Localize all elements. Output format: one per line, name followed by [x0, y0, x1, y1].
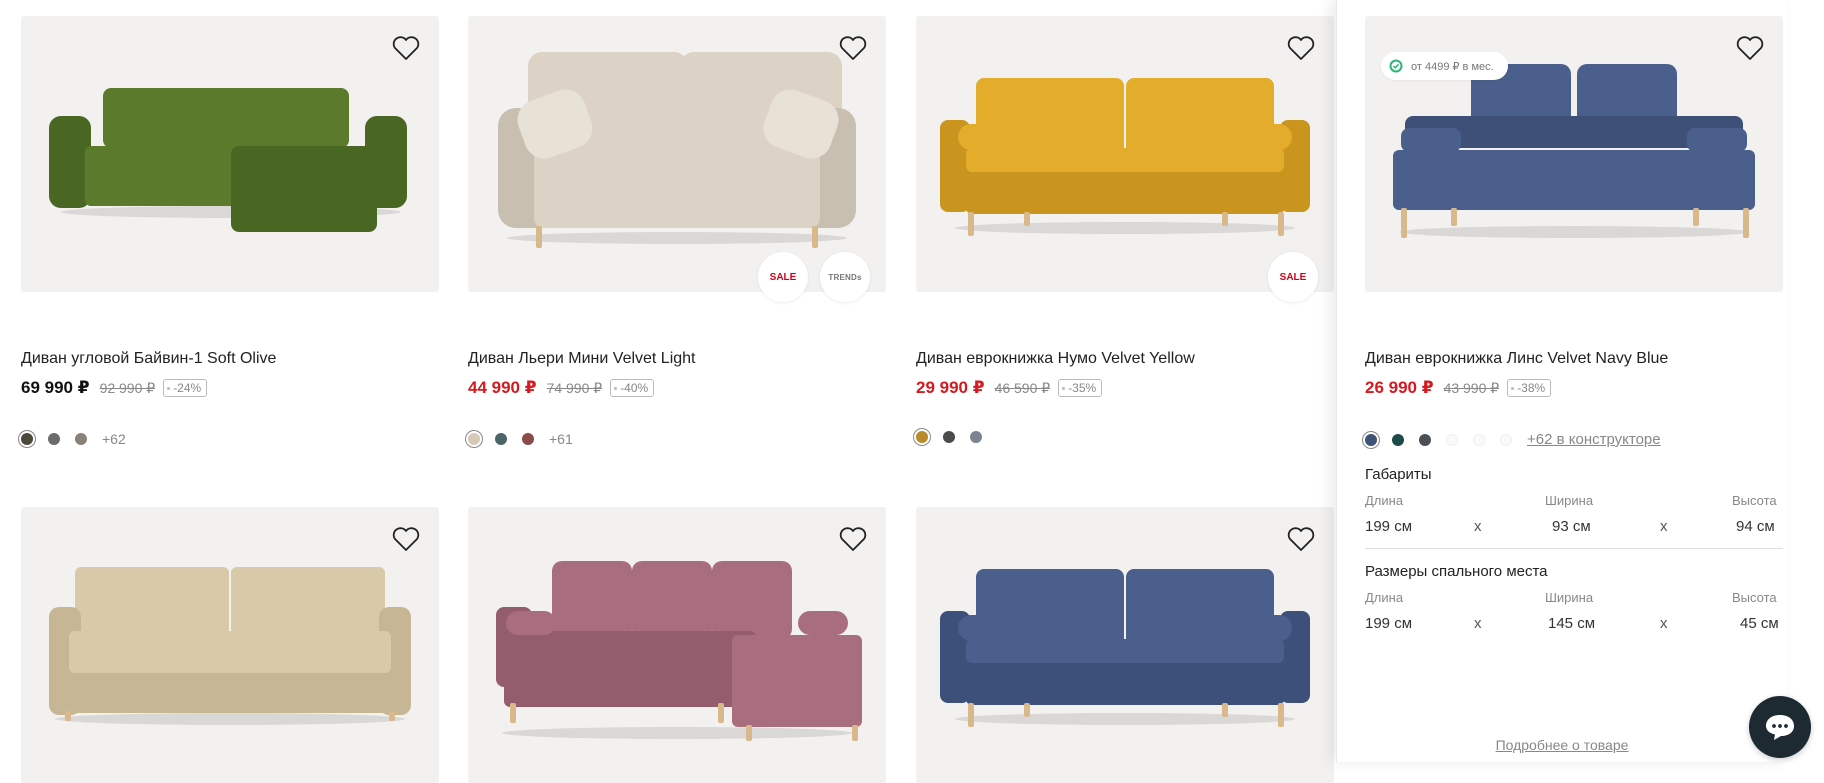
- heart-icon[interactable]: [1286, 34, 1316, 62]
- dim-separator: x: [1660, 518, 1668, 535]
- product-card[interactable]: Диван угловой Байвин-1 Soft Olive 69 990…: [21, 16, 439, 447]
- credit-check-icon: [1389, 59, 1403, 73]
- page-edge: [1806, 0, 1824, 762]
- price: 69 990 ₽: [21, 378, 90, 397]
- sleeping-area-heading: Размеры спального места: [1365, 563, 1548, 580]
- color-swatch[interactable]: [1392, 433, 1404, 446]
- color-swatch[interactable]: [48, 433, 60, 445]
- heart-icon[interactable]: [1735, 34, 1765, 62]
- featured-product-panel[interactable]: от 4499 ₽ в мес. Диван еврокнижка Линс V…: [1336, 0, 1787, 762]
- dim-length-value: 199 см: [1365, 518, 1413, 535]
- dim-separator: x: [1474, 615, 1482, 632]
- heart-icon[interactable]: [838, 525, 868, 553]
- sleep-length-label: Длина: [1365, 590, 1404, 605]
- sleep-width-label: Ширина: [1545, 590, 1594, 605]
- color-swatch-placeholder: [1500, 433, 1512, 446]
- heart-icon[interactable]: [391, 34, 421, 62]
- more-colors-count[interactable]: +62: [102, 431, 126, 447]
- divider: [1365, 548, 1783, 549]
- discount-tag: -38%: [1507, 379, 1552, 397]
- price-row: 44 990 ₽ 74 990 ₽ -40%: [468, 378, 655, 398]
- dim-width-label: Ширина: [1545, 493, 1594, 508]
- price: 44 990 ₽: [468, 378, 537, 397]
- dim-width-value: 93 см: [1552, 518, 1591, 535]
- sofa-image: [49, 88, 407, 232]
- price: 29 990 ₽: [916, 378, 985, 397]
- color-swatches: [916, 431, 997, 443]
- sofa-image: [49, 567, 411, 725]
- product-card[interactable]: [916, 507, 1334, 783]
- heart-icon[interactable]: [391, 525, 421, 553]
- sleep-length-value: 199 см: [1365, 615, 1413, 632]
- product-photo[interactable]: [468, 507, 886, 783]
- product-card[interactable]: SALE Диван еврокнижка Нумо Velvet Yellow…: [916, 16, 1334, 443]
- product-photo[interactable]: SALE TRENDs: [468, 16, 886, 302]
- dim-separator: x: [1660, 615, 1668, 632]
- sofa-image: [496, 561, 862, 741]
- color-swatches: +62 в конструкторе: [1365, 431, 1661, 448]
- color-swatch[interactable]: [522, 433, 534, 445]
- color-swatch[interactable]: [468, 433, 480, 445]
- sleep-height-label: Высота: [1732, 590, 1777, 605]
- sofa-image: [940, 78, 1310, 236]
- product-photo[interactable]: [21, 507, 439, 783]
- old-price: 92 990 ₽: [99, 379, 156, 396]
- price-row: 26 990 ₽ 43 990 ₽ -38%: [1365, 378, 1552, 398]
- dim-separator: x: [1474, 518, 1482, 535]
- heart-icon[interactable]: [1286, 525, 1316, 553]
- price-row: 29 990 ₽ 46 590 ₽ -35%: [916, 378, 1103, 398]
- discount-tag: -35%: [1058, 379, 1103, 397]
- featured-product-card[interactable]: от 4499 ₽ в мес. Диван еврокнижка Линс V…: [1365, 16, 1783, 448]
- product-photo[interactable]: [916, 507, 1334, 783]
- sofa-image: [940, 569, 1310, 727]
- color-swatch[interactable]: [916, 431, 928, 443]
- color-swatch[interactable]: [75, 433, 87, 445]
- color-swatches: +62: [21, 431, 126, 447]
- old-price: 46 590 ₽: [994, 379, 1051, 396]
- installment-badge[interactable]: от 4499 ₽ в мес.: [1381, 52, 1508, 80]
- product-title[interactable]: Диван еврокнижка Нумо Velvet Yellow: [916, 350, 1195, 368]
- color-swatch[interactable]: [943, 431, 955, 443]
- sofa-image: [498, 52, 856, 248]
- more-colors-count[interactable]: +61: [549, 431, 573, 447]
- sale-badge: SALE: [1268, 252, 1318, 302]
- installment-text: от 4499 ₽ в мес.: [1411, 60, 1494, 73]
- color-swatches: +61: [468, 431, 573, 447]
- dimensions-heading: Габариты: [1365, 466, 1432, 483]
- color-swatch[interactable]: [970, 431, 982, 443]
- product-photo[interactable]: от 4499 ₽ в мес.: [1365, 16, 1783, 292]
- color-swatch[interactable]: [495, 433, 507, 445]
- old-price: 74 990 ₽: [546, 379, 603, 396]
- product-card[interactable]: SALE TRENDs Диван Льери Мини Velvet Ligh…: [468, 16, 886, 447]
- dim-height-value: 94 см: [1736, 518, 1775, 535]
- color-swatch-placeholder: [1446, 433, 1458, 446]
- heart-icon[interactable]: [838, 34, 868, 62]
- color-swatch[interactable]: [21, 433, 33, 445]
- product-card[interactable]: [468, 507, 886, 783]
- chat-button[interactable]: [1749, 696, 1811, 758]
- product-title[interactable]: Диван Льери Мини Velvet Light: [468, 350, 696, 368]
- color-swatch[interactable]: [1419, 433, 1431, 446]
- color-swatch[interactable]: [1365, 433, 1377, 446]
- discount-tag: -24%: [163, 379, 208, 397]
- chat-bubble-icon: [1766, 715, 1794, 740]
- sale-badge: SALE: [758, 252, 808, 302]
- product-photo[interactable]: [21, 16, 439, 292]
- price: 26 990 ₽: [1365, 378, 1434, 397]
- color-swatch-placeholder: [1473, 433, 1485, 446]
- dim-height-label: Высота: [1732, 493, 1777, 508]
- product-title[interactable]: Диван еврокнижка Линс Velvet Navy Blue: [1365, 350, 1668, 368]
- product-title[interactable]: Диван угловой Байвин-1 Soft Olive: [21, 350, 276, 368]
- dim-length-label: Длина: [1365, 493, 1404, 508]
- product-details-link[interactable]: Подробнее о товаре: [1337, 737, 1787, 753]
- product-photo[interactable]: SALE: [916, 16, 1334, 302]
- old-price: 43 990 ₽: [1443, 379, 1500, 396]
- discount-tag: -40%: [610, 379, 655, 397]
- configurator-link[interactable]: +62 в конструкторе: [1527, 431, 1661, 448]
- trends-badge: TRENDs: [820, 252, 870, 302]
- price-row: 69 990 ₽ 92 990 ₽ -24%: [21, 378, 208, 398]
- sleep-width-value: 145 см: [1548, 615, 1596, 632]
- product-card[interactable]: [21, 507, 439, 783]
- sleep-height-value: 45 см: [1740, 615, 1779, 632]
